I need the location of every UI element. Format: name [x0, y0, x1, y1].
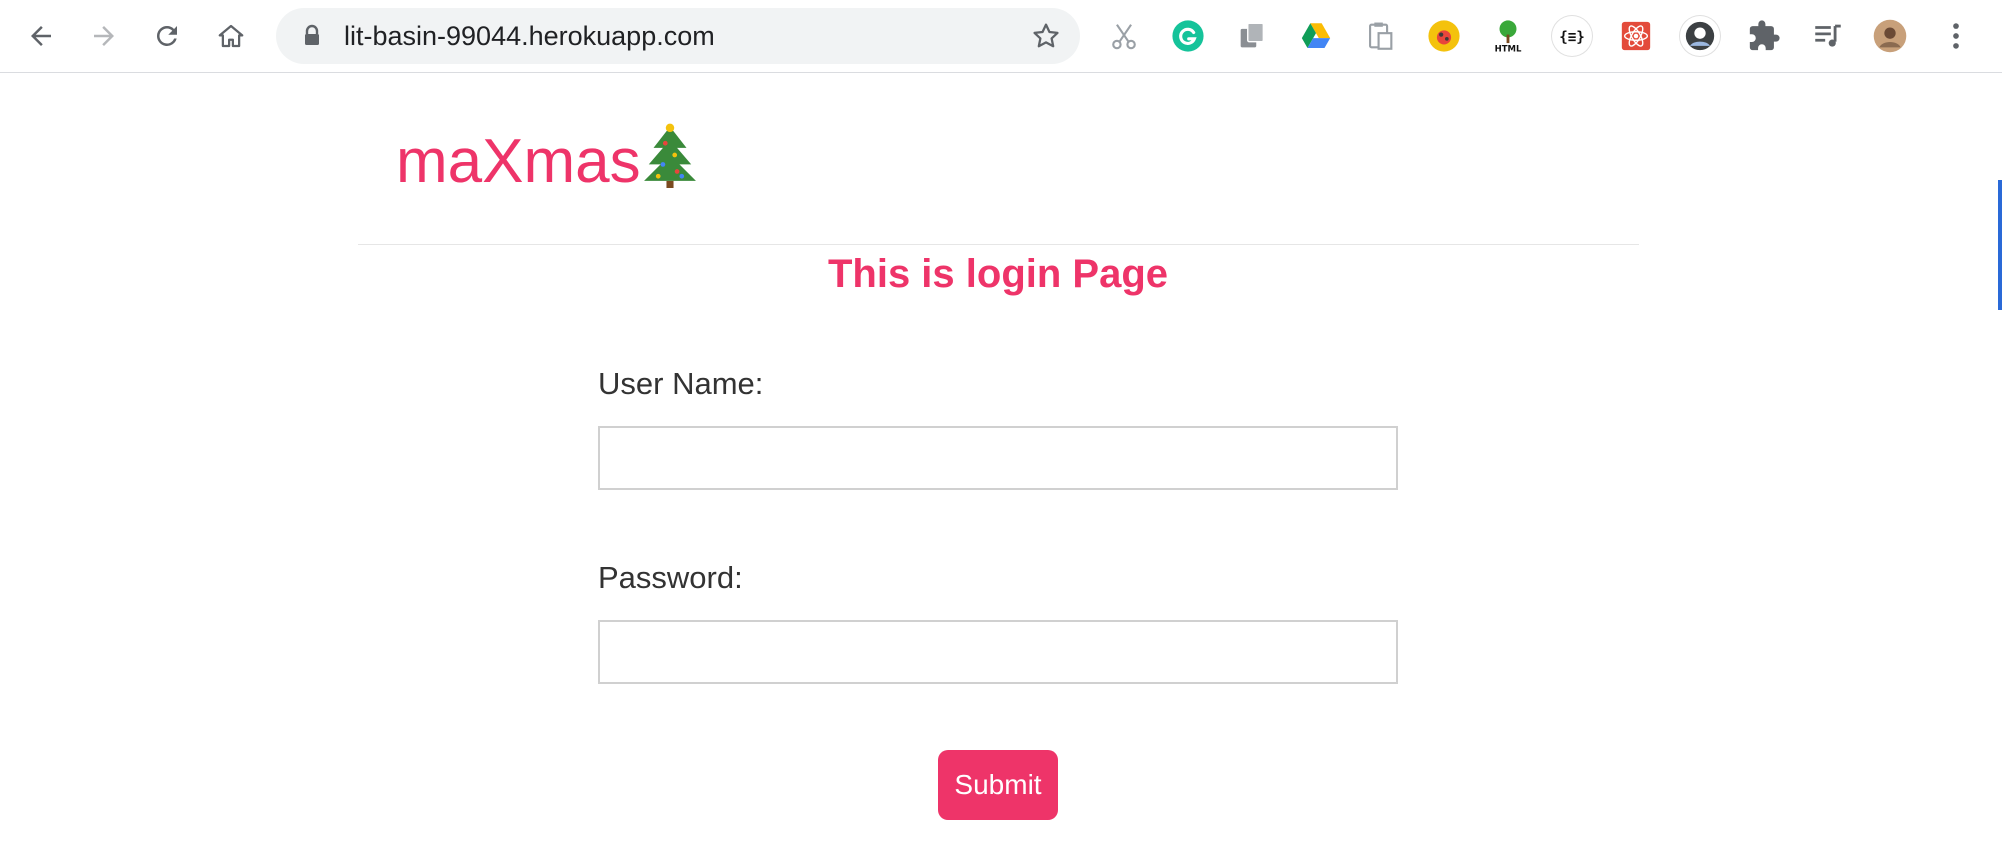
reload-icon	[156, 25, 177, 46]
submit-button[interactable]: Submit	[938, 750, 1058, 820]
html-tree-glyph: HTML	[1495, 20, 1522, 53]
username-input[interactable]	[598, 426, 1398, 490]
back-button[interactable]	[20, 15, 62, 57]
username-label: User Name:	[598, 366, 764, 401]
clipboard-glyph	[1369, 22, 1393, 50]
colorful-bug-icon[interactable]	[1424, 16, 1464, 56]
header-divider	[358, 244, 1639, 245]
christmas-tree-icon	[643, 123, 696, 188]
user-avatar-icon[interactable]	[1870, 16, 1910, 56]
page-title: This is login Page	[827, 252, 1169, 296]
scissors-icon[interactable]	[1104, 16, 1144, 56]
brand-logo[interactable]: maXmas	[396, 122, 699, 200]
react-devtools-glyph	[1621, 21, 1651, 51]
reload-button[interactable]	[146, 15, 188, 57]
lock-icon	[305, 24, 319, 45]
forward-button[interactable]	[83, 15, 125, 57]
colorful-bug-glyph	[1428, 20, 1460, 52]
profile-ext-icon[interactable]	[1680, 16, 1720, 56]
json-formatter-icon[interactable]: {≡}	[1552, 16, 1592, 56]
brand-text: maXmas	[396, 127, 641, 196]
arrow-right-icon	[94, 26, 114, 46]
home-icon	[218, 24, 244, 48]
google-drive-glyph	[1301, 23, 1331, 49]
profile-ext-glyph	[1685, 21, 1715, 51]
html-tree-icon[interactable]: HTML	[1488, 16, 1528, 56]
svg-text:{≡}: {≡}	[1559, 30, 1585, 46]
grammarly-glyph	[1172, 20, 1204, 52]
password-input[interactable]	[598, 620, 1398, 684]
password-label: Password:	[598, 560, 743, 595]
react-devtools-icon[interactable]	[1616, 16, 1656, 56]
copy-docs-icon[interactable]	[1232, 16, 1272, 56]
url-text[interactable]: lit-basin-99044.herokuapp.com	[344, 8, 715, 64]
kebab-menu-icon[interactable]	[1936, 16, 1976, 56]
json-formatter-glyph: {≡}	[1559, 30, 1585, 46]
copy-docs-glyph	[1240, 22, 1265, 48]
google-drive-icon[interactable]	[1296, 16, 1336, 56]
media-playlist-icon[interactable]	[1808, 16, 1848, 56]
puzzle-icon[interactable]	[1744, 16, 1784, 56]
media-playlist-glyph	[1815, 24, 1841, 47]
svg-text:HTML: HTML	[1495, 45, 1522, 53]
browser-toolbar: lit-basin-99044.herokuapp.com HTML {≡}	[0, 0, 2002, 73]
scrollbar-edge[interactable]	[1998, 180, 2002, 310]
grammarly-icon[interactable]	[1168, 16, 1208, 56]
bookmark-star-icon[interactable]	[1030, 20, 1062, 52]
puzzle-glyph	[1749, 20, 1780, 51]
arrow-left-icon	[31, 26, 51, 46]
address-bar[interactable]: lit-basin-99044.herokuapp.com	[276, 8, 1080, 64]
scissors-glyph	[1112, 24, 1136, 50]
kebab-menu-glyph	[1953, 23, 1959, 49]
home-button[interactable]	[210, 15, 252, 57]
user-avatar-glyph	[1873, 19, 1907, 53]
clipboard-icon[interactable]	[1360, 16, 1400, 56]
